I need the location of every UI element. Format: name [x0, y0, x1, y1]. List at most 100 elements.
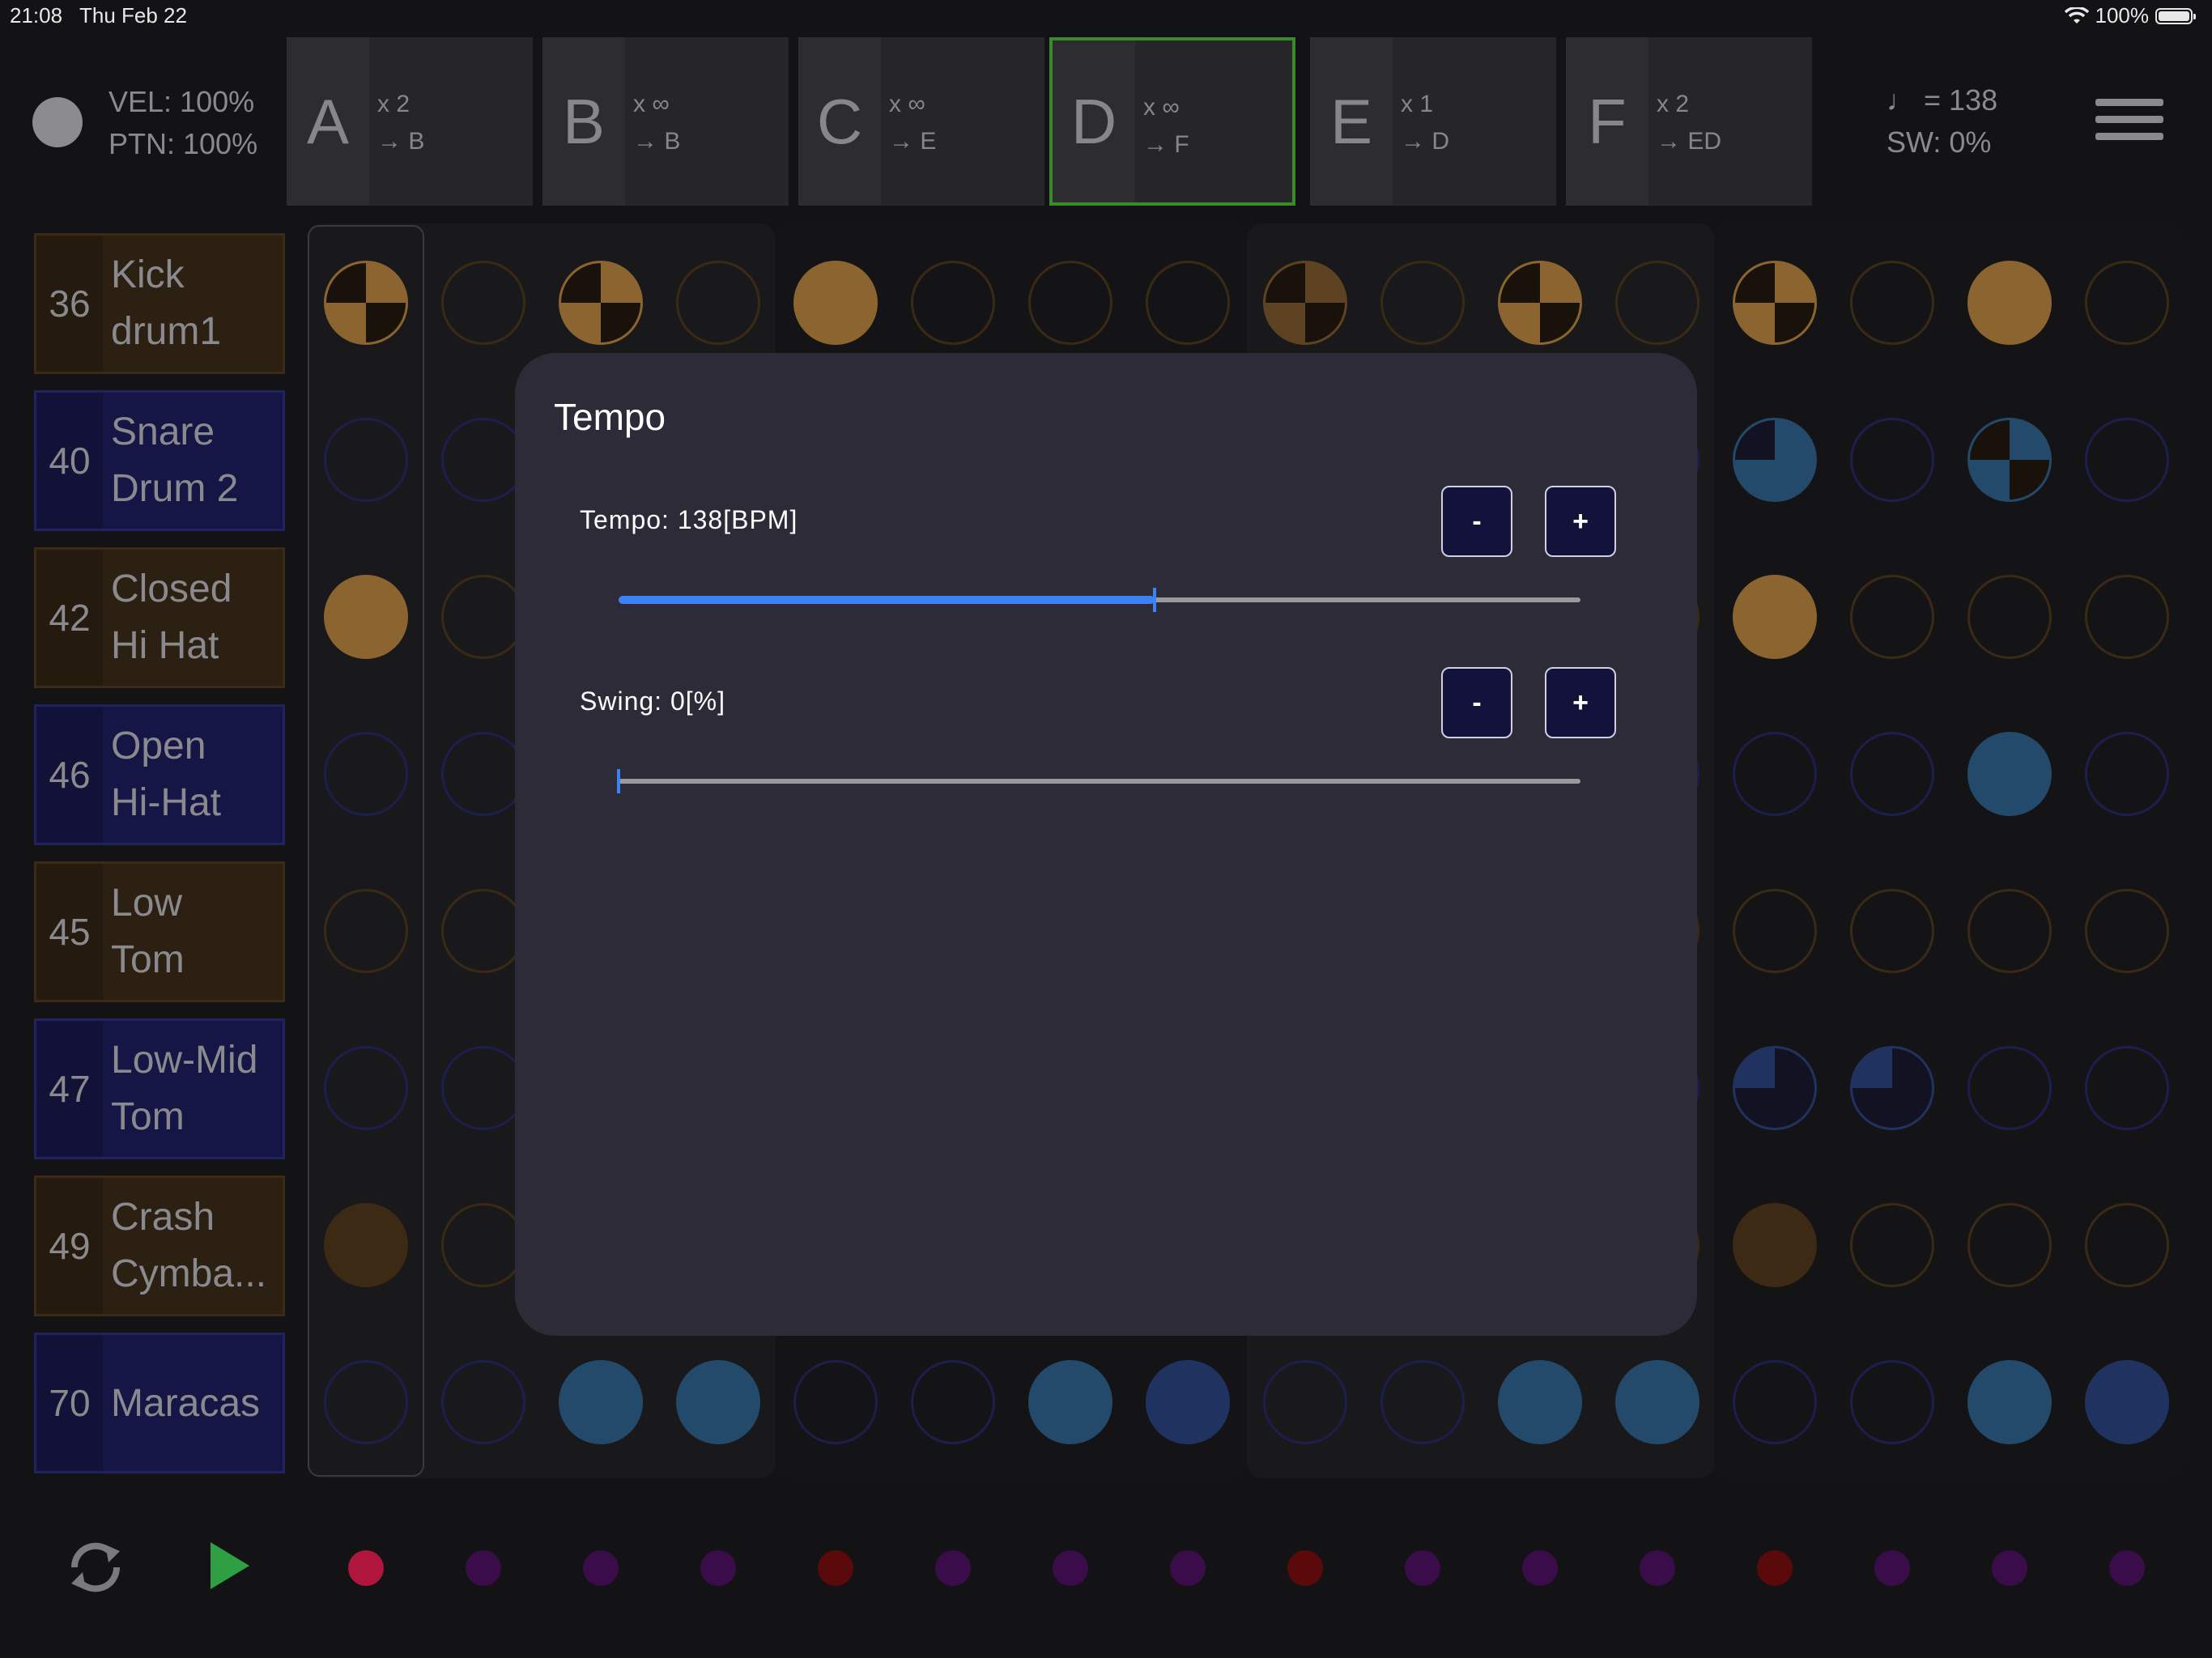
play-icon[interactable]	[211, 1542, 249, 1589]
step-button[interactable]	[1967, 1046, 2052, 1130]
track-70[interactable]: 70 Maracas	[34, 1333, 285, 1473]
step-button[interactable]	[1967, 1360, 2052, 1444]
step-indicator-led	[1757, 1550, 1793, 1586]
step-button[interactable]	[1967, 732, 2052, 816]
track-name-line2: Drum 2	[111, 467, 239, 510]
hamburger-icon[interactable]	[2095, 99, 2163, 144]
step-button[interactable]	[441, 889, 525, 973]
swing-decrement-button[interactable]: -	[1441, 667, 1512, 738]
step-button[interactable]	[441, 1203, 525, 1287]
step-button[interactable]	[2085, 418, 2169, 502]
step-button[interactable]	[1146, 261, 1230, 345]
track-49[interactable]: 49 Crash Cymba...	[34, 1175, 285, 1316]
step-button[interactable]	[1850, 575, 1934, 659]
track-47[interactable]: 47 Low-Mid Tom	[34, 1018, 285, 1159]
track-36[interactable]: 36 Kick drum1	[34, 233, 285, 374]
loop-icon[interactable]	[58, 1530, 133, 1605]
step-button[interactable]	[793, 1360, 878, 1444]
step-button[interactable]	[559, 1360, 643, 1444]
step-button[interactable]	[1380, 261, 1465, 345]
step-button[interactable]	[676, 261, 760, 345]
step-button[interactable]	[1380, 1360, 1465, 1444]
pattern-d[interactable]: Dx ∞ → F	[1049, 37, 1295, 206]
track-name-line1: Open	[111, 725, 206, 767]
pattern-b[interactable]: Bx ∞ → B	[542, 37, 789, 206]
step-button[interactable]	[1733, 1360, 1817, 1444]
step-button[interactable]	[1733, 575, 1817, 659]
track-46[interactable]: 46 Open Hi-Hat	[34, 704, 285, 845]
step-button[interactable]	[2085, 575, 2169, 659]
battery-icon	[2155, 7, 2196, 24]
step-button[interactable]	[1850, 732, 1934, 816]
pattern-a[interactable]: Ax 2 → B	[287, 37, 533, 206]
track-name: Kick drum1	[111, 247, 221, 360]
pattern-chain: x 1 → D	[1401, 86, 1449, 160]
step-button[interactable]	[1733, 418, 1817, 502]
step-button[interactable]	[441, 575, 525, 659]
step-button[interactable]	[2085, 1360, 2169, 1444]
tempo-increment-button[interactable]: +	[1545, 486, 1616, 557]
track-name-line2: Cymba...	[111, 1252, 267, 1295]
step-button[interactable]	[441, 418, 525, 502]
step-button[interactable]	[1028, 261, 1112, 345]
step-button[interactable]	[793, 261, 878, 345]
step-button[interactable]	[1850, 1203, 1934, 1287]
step-button[interactable]	[1850, 1360, 1934, 1444]
step-button[interactable]	[1733, 1203, 1817, 1287]
step-button[interactable]	[911, 1360, 995, 1444]
track-42[interactable]: 42 Closed Hi Hat	[34, 547, 285, 688]
step-button[interactable]	[1733, 261, 1817, 345]
pattern-c[interactable]: Cx ∞ → E	[798, 37, 1044, 206]
step-button[interactable]	[1733, 889, 1817, 973]
track-45[interactable]: 45 Low Tom	[34, 861, 285, 1002]
swing-increment-button[interactable]: +	[1545, 667, 1616, 738]
step-button[interactable]	[1967, 575, 2052, 659]
step-button[interactable]	[441, 261, 525, 345]
step-button[interactable]	[1850, 1046, 1934, 1130]
step-button[interactable]	[1498, 261, 1582, 345]
step-button[interactable]	[911, 261, 995, 345]
step-button[interactable]	[1263, 1360, 1347, 1444]
step-button[interactable]	[1263, 261, 1347, 345]
velocity-readout[interactable]: VEL: 100% PTN: 100%	[108, 81, 257, 165]
step-button[interactable]	[1850, 889, 1934, 973]
step-button[interactable]	[1733, 732, 1817, 816]
tempo-slider[interactable]	[619, 588, 1580, 612]
step-button[interactable]	[1615, 1360, 1699, 1444]
pattern-next: → E	[889, 128, 937, 155]
step-button[interactable]	[441, 1046, 525, 1130]
tempo-decrement-button[interactable]: -	[1441, 486, 1512, 557]
step-button[interactable]	[1615, 261, 1699, 345]
step-button[interactable]	[559, 261, 643, 345]
step-button[interactable]	[1850, 261, 1934, 345]
tempo-slider-thumb[interactable]	[1152, 588, 1156, 612]
record-indicator[interactable]	[32, 97, 83, 147]
swing-slider-thumb[interactable]	[617, 769, 620, 793]
step-button[interactable]	[1146, 1360, 1230, 1444]
step-button[interactable]	[441, 1360, 525, 1444]
step-button[interactable]	[1967, 889, 2052, 973]
step-button[interactable]	[2085, 732, 2169, 816]
swing-slider[interactable]	[617, 769, 1580, 793]
step-button[interactable]	[1967, 261, 2052, 345]
step-button[interactable]	[1028, 1360, 1112, 1444]
track-40[interactable]: 40 Snare Drum 2	[34, 390, 285, 531]
step-button[interactable]	[1967, 418, 2052, 502]
step-button[interactable]	[676, 1360, 760, 1444]
step-button[interactable]	[1967, 1203, 2052, 1287]
step-button[interactable]	[2085, 1046, 2169, 1130]
step-button[interactable]	[441, 732, 525, 816]
step-button[interactable]	[2085, 261, 2169, 345]
step-button[interactable]	[1498, 1360, 1582, 1444]
track-name-line1: Snare	[111, 410, 215, 453]
step-indicator-led	[1992, 1550, 2027, 1586]
step-button[interactable]	[1733, 1046, 1817, 1130]
pattern-next: → ED	[1657, 128, 1722, 155]
step-button[interactable]	[2085, 1203, 2169, 1287]
pattern-f[interactable]: Fx 2 → ED	[1566, 37, 1812, 206]
step-indicator-led	[1640, 1550, 1675, 1586]
step-button[interactable]	[2085, 889, 2169, 973]
pattern-e[interactable]: Ex 1 → D	[1310, 37, 1556, 206]
step-button[interactable]	[1850, 418, 1934, 502]
tempo-display[interactable]: ♩ = 138 SW: 0%	[1887, 79, 1997, 164]
